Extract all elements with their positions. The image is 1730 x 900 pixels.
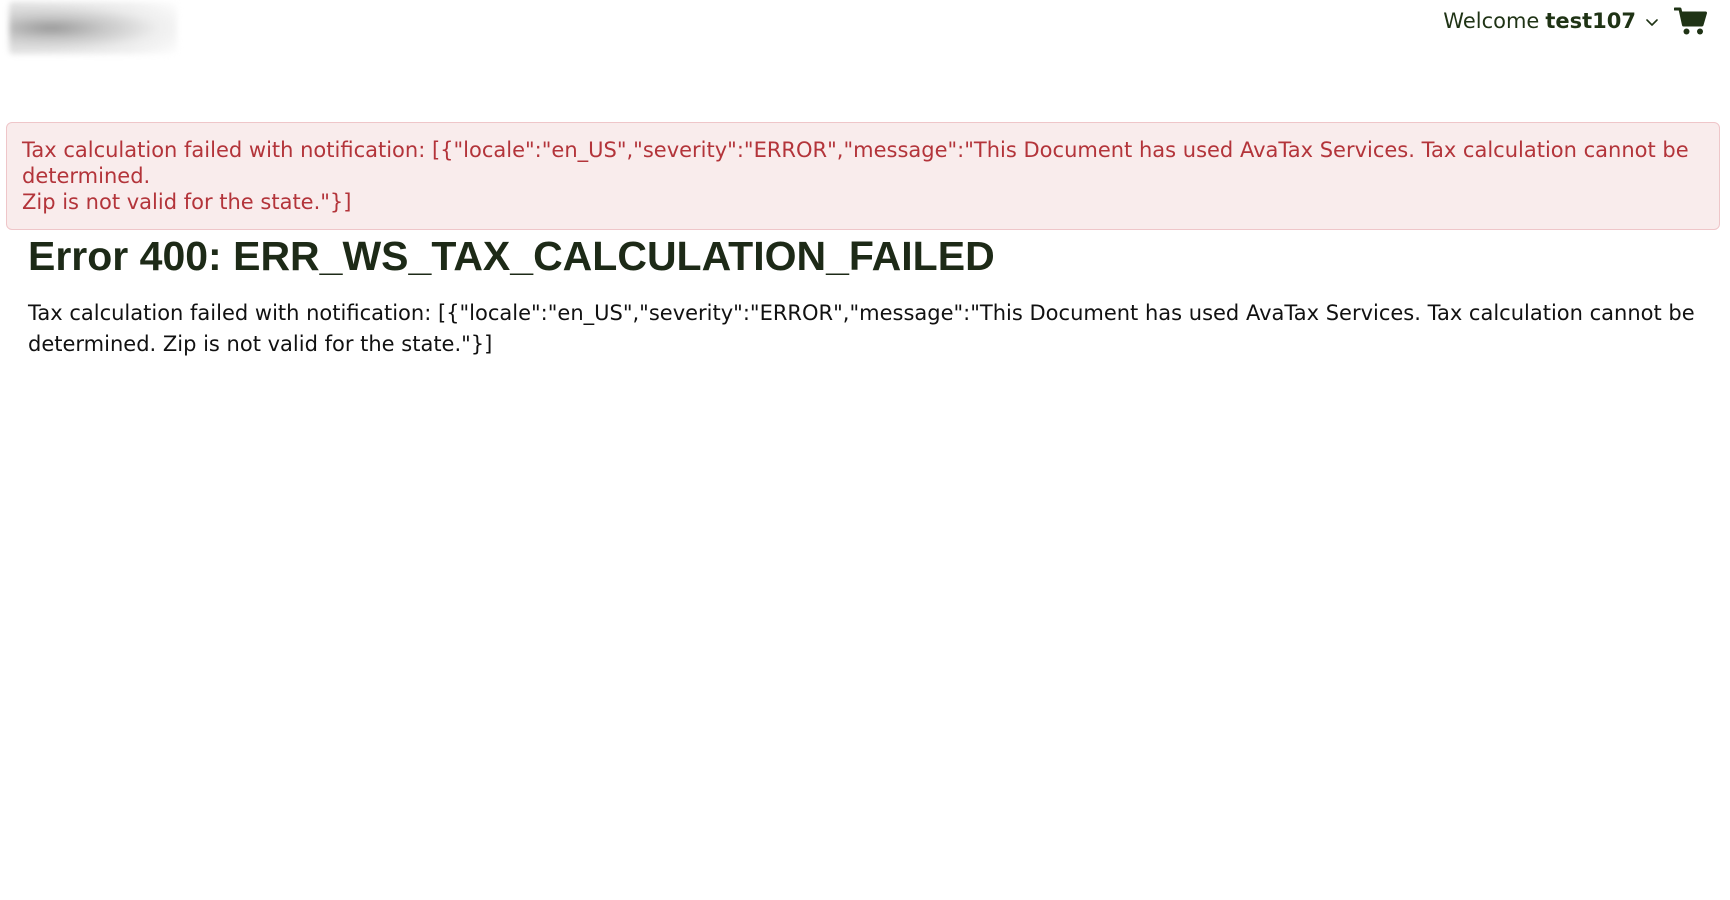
username: test107 [1545, 9, 1636, 33]
welcome-label: Welcome [1443, 9, 1540, 33]
chevron-down-icon [1646, 19, 1658, 26]
site-logo[interactable] [9, 2, 177, 54]
shopping-cart-icon[interactable] [1674, 6, 1708, 36]
alert-message-line-2: Zip is not valid for the state."}] [22, 190, 352, 214]
error-section: Error 400: ERR_WS_TAX_CALCULATION_FAILED… [28, 226, 1728, 360]
site-header: Welcome test107 [0, 0, 1730, 110]
user-area: Welcome test107 [1443, 4, 1708, 38]
error-title: Error 400: ERR_WS_TAX_CALCULATION_FAILED [28, 233, 995, 279]
tax-error-alert: Tax calculation failed with notification… [6, 122, 1720, 230]
alert-message-line-1: Tax calculation failed with notification… [22, 138, 1689, 188]
account-menu-toggle[interactable]: Welcome test107 [1443, 9, 1660, 33]
error-message: Tax calculation failed with notification… [28, 301, 1695, 356]
